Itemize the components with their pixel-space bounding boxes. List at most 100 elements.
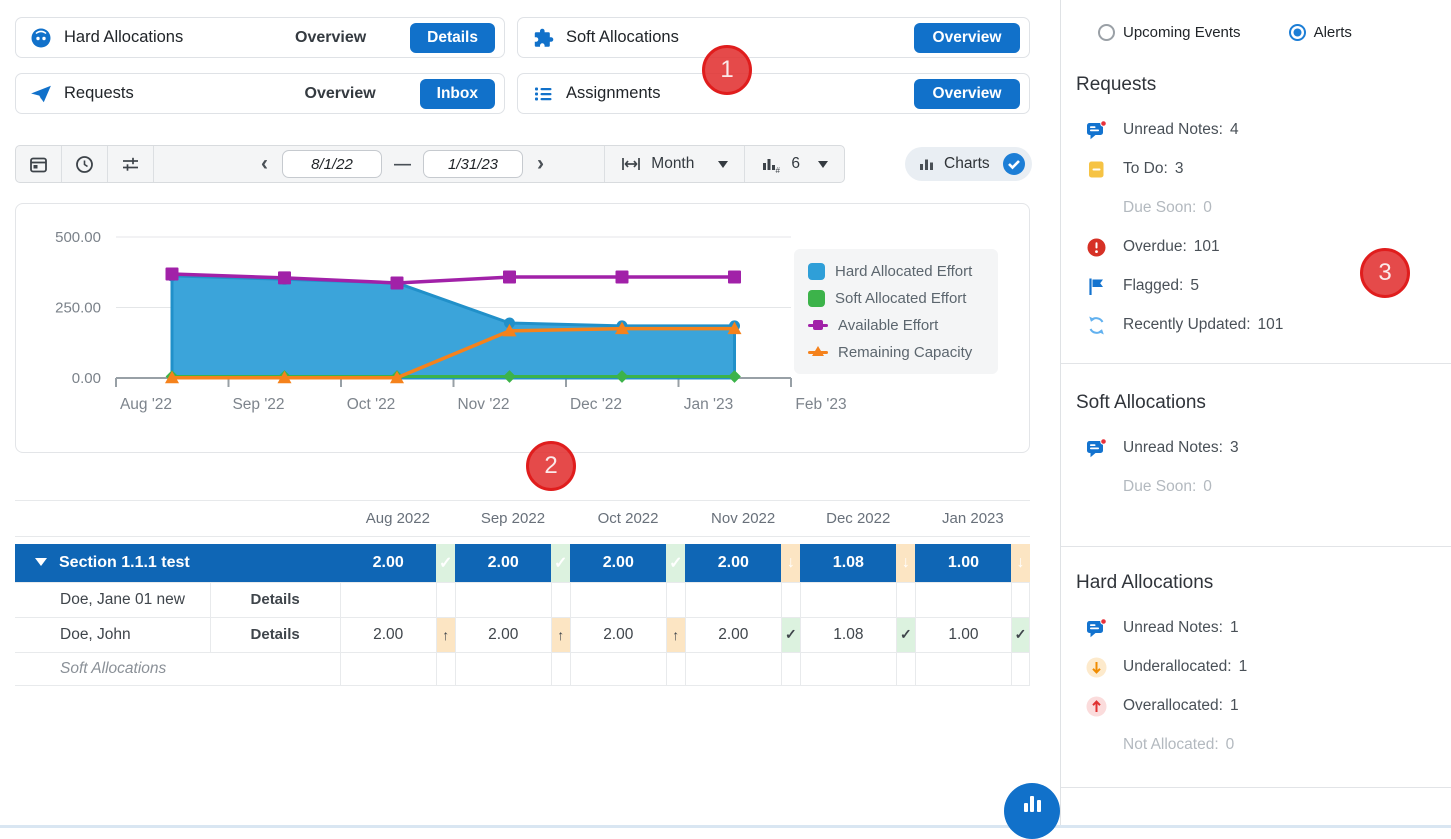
card-title: Requests bbox=[64, 84, 305, 103]
allocation-cell[interactable]: 2.00 bbox=[570, 544, 666, 582]
hard-allocations-icon bbox=[30, 27, 52, 49]
annotation-badge-2: 2 bbox=[526, 441, 576, 491]
status-icon: ↑ bbox=[551, 617, 570, 652]
svg-text:#: # bbox=[776, 166, 781, 173]
allocation-cell[interactable]: 1.08 bbox=[800, 617, 896, 652]
allocation-cell[interactable] bbox=[455, 582, 551, 617]
alert-count: 101 bbox=[1194, 238, 1220, 256]
charts-fab-button[interactable] bbox=[1004, 783, 1060, 839]
resource-name[interactable]: Doe, John bbox=[15, 617, 210, 652]
alert-count: 0 bbox=[1203, 478, 1212, 496]
section-name: Section 1.1.1 test bbox=[59, 554, 190, 571]
bar-chart-icon bbox=[1024, 796, 1041, 812]
allocation-cell[interactable]: 1.08 bbox=[800, 544, 896, 582]
chevron-down-icon bbox=[818, 161, 828, 168]
range-separator: — bbox=[394, 154, 411, 174]
svg-text:Jan '23: Jan '23 bbox=[684, 396, 734, 413]
allocation-cell[interactable]: 2.00 bbox=[455, 617, 551, 652]
status-icon: ↓ bbox=[896, 544, 915, 582]
alert-count: 3 bbox=[1175, 160, 1184, 178]
overview-button[interactable]: Overview bbox=[914, 23, 1020, 53]
allocation-cell[interactable]: 2.00 bbox=[685, 617, 781, 652]
alert-item[interactable]: Overallocated: 1 bbox=[1076, 693, 1436, 719]
allocation-cell[interactable] bbox=[800, 582, 896, 617]
upcoming-events-radio[interactable]: Upcoming Events bbox=[1097, 23, 1241, 42]
allocation-cell[interactable] bbox=[340, 582, 436, 617]
range-end-input[interactable] bbox=[423, 150, 523, 178]
unread-notes-icon bbox=[1086, 120, 1107, 141]
effort-chart-card: 500.00250.000.00Aug '22Sep '22Oct '22Nov… bbox=[15, 203, 1030, 453]
overview-button[interactable]: Overview bbox=[914, 79, 1020, 109]
legend-item: Hard Allocated Effort bbox=[808, 262, 984, 280]
allocation-cell[interactable]: 2.00 bbox=[685, 544, 781, 582]
alert-item[interactable]: Unread Notes: 3 bbox=[1076, 435, 1436, 461]
allocation-cell[interactable]: 2.00 bbox=[340, 617, 436, 652]
alert-count: 5 bbox=[1190, 277, 1199, 295]
refresh-icon bbox=[1086, 315, 1107, 336]
unread-notes-icon bbox=[1086, 618, 1107, 639]
soft-allocations-icon bbox=[532, 27, 554, 49]
overview-link[interactable]: Overview bbox=[305, 85, 376, 103]
details-link[interactable]: Details bbox=[210, 582, 340, 617]
section-title: Soft Allocations bbox=[1076, 392, 1436, 418]
resource-name[interactable]: Doe, Jane 01 new bbox=[15, 582, 210, 617]
assignments-card: Assignments Overview bbox=[517, 73, 1030, 114]
resource-row: Doe, Jane 01 new Details bbox=[15, 582, 1030, 617]
zoom-level-dropdown[interactable]: Month bbox=[604, 146, 744, 182]
section-divider bbox=[1061, 787, 1451, 788]
allocation-cell[interactable]: 1.00 bbox=[915, 617, 1011, 652]
soft-allocations-row: Soft Allocations bbox=[15, 652, 1030, 685]
allocation-cell[interactable] bbox=[570, 582, 666, 617]
status-icon bbox=[666, 582, 685, 617]
overview-link[interactable]: Overview bbox=[295, 29, 366, 47]
collapse-icon[interactable] bbox=[35, 558, 47, 566]
details-link[interactable]: Details bbox=[210, 617, 340, 652]
chart-legend: Hard Allocated Effort Soft Allocated Eff… bbox=[794, 249, 998, 374]
allocation-cell[interactable]: 2.00 bbox=[455, 544, 551, 582]
svg-text:0.00: 0.00 bbox=[72, 370, 101, 387]
legend-item: Remaining Capacity bbox=[808, 343, 984, 361]
legend-item: Soft Allocated Effort bbox=[808, 289, 984, 307]
alert-item[interactable]: To Do: 3 bbox=[1076, 156, 1436, 182]
section-title: Hard Allocations bbox=[1076, 572, 1436, 598]
radio-off-icon bbox=[1097, 23, 1116, 42]
allocation-cell[interactable] bbox=[685, 582, 781, 617]
bar-chart-icon bbox=[919, 157, 935, 172]
allocation-cell[interactable] bbox=[915, 582, 1011, 617]
alert-count: 3 bbox=[1230, 439, 1239, 457]
filter-settings-icon[interactable] bbox=[108, 146, 154, 182]
calendar-icon[interactable] bbox=[16, 146, 62, 182]
soft-effort-swatch bbox=[808, 290, 825, 307]
alert-count: 1 bbox=[1239, 658, 1248, 676]
status-icon: ✓ bbox=[896, 617, 915, 652]
inbox-button[interactable]: Inbox bbox=[420, 79, 495, 109]
allocation-cell[interactable]: 2.00 bbox=[570, 617, 666, 652]
hard-allocations-card: Hard Allocations Overview Details bbox=[15, 17, 505, 58]
alert-item[interactable]: Recently Updated: 101 bbox=[1076, 312, 1436, 338]
underallocated-icon bbox=[1086, 657, 1107, 678]
range-prev-icon[interactable]: ‹ bbox=[259, 152, 270, 176]
soft-allocations-section: Soft Allocations Unread Notes: 3 Due Soo… bbox=[1076, 392, 1436, 513]
alert-item[interactable]: Unread Notes: 4 bbox=[1076, 117, 1436, 143]
details-button[interactable]: Details bbox=[410, 23, 495, 53]
chart-count-dropdown[interactable]: # 6 bbox=[744, 146, 844, 182]
range-next-icon[interactable]: › bbox=[535, 152, 546, 176]
month-header: Nov 2022 bbox=[686, 501, 801, 537]
svg-text:Nov '22: Nov '22 bbox=[457, 396, 509, 413]
month-header: Sep 2022 bbox=[455, 501, 570, 537]
allocation-cell[interactable]: 1.00 bbox=[915, 544, 1011, 582]
charts-toggle[interactable]: Charts bbox=[905, 147, 1032, 181]
requests-card: Requests Overview Inbox bbox=[15, 73, 505, 114]
svg-text:Feb '23: Feb '23 bbox=[795, 396, 846, 413]
alert-item[interactable]: Underallocated: 1 bbox=[1076, 654, 1436, 680]
clock-icon[interactable] bbox=[62, 146, 108, 182]
allocation-cell[interactable]: 2.00 bbox=[340, 544, 436, 582]
alerts-radio[interactable]: Alerts bbox=[1288, 23, 1352, 42]
range-start-input[interactable] bbox=[282, 150, 382, 178]
radio-on-icon bbox=[1288, 23, 1307, 42]
month-header: Dec 2022 bbox=[801, 501, 916, 537]
status-icon: ↓ bbox=[781, 544, 800, 582]
section-row[interactable]: Section 1.1.1 test 2.00✓ 2.00✓ 2.00✓ 2.0… bbox=[15, 544, 1030, 582]
alert-item[interactable]: Unread Notes: 1 bbox=[1076, 615, 1436, 641]
status-icon: ✓ bbox=[436, 544, 455, 582]
